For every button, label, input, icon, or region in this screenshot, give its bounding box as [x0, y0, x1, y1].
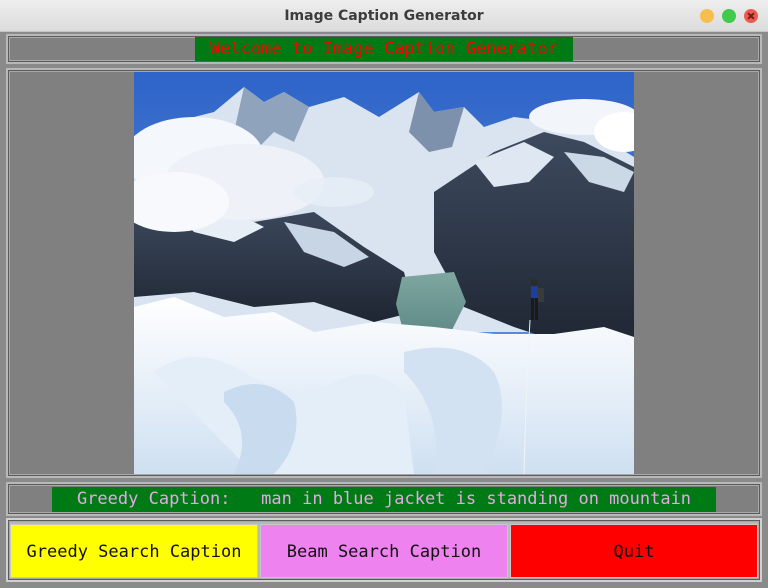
close-button[interactable] — [744, 9, 758, 23]
quit-button[interactable]: Quit — [510, 524, 758, 578]
title-bar[interactable]: Image Caption Generator — [0, 0, 768, 32]
beam-search-button[interactable]: Beam Search Caption — [260, 524, 508, 578]
welcome-label: Welcome to Image Caption Generator — [195, 37, 573, 61]
uploaded-photo — [134, 72, 634, 474]
greedy-search-button[interactable]: Greedy Search Caption — [10, 524, 258, 578]
window-title: Image Caption Generator — [284, 8, 484, 24]
caption-label: Greedy Caption: man in blue jacket is st… — [52, 487, 716, 512]
minimize-button[interactable] — [700, 9, 714, 23]
app-window: Image Caption Generator Welcome to Image… — [0, 0, 768, 588]
maximize-button[interactable] — [722, 9, 736, 23]
